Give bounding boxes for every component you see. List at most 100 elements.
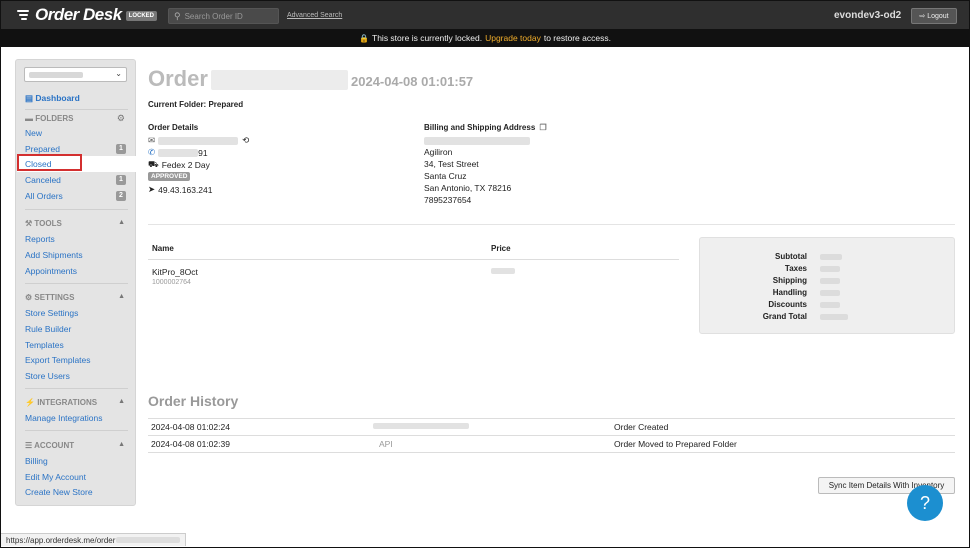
totals-value-redacted bbox=[820, 278, 840, 284]
totals-label: Subtotal bbox=[775, 252, 807, 261]
sidebar-item-edit-account[interactable]: Edit My Account bbox=[25, 472, 86, 482]
sidebar-head-tools[interactable]: ⚒ TOOLS bbox=[25, 219, 62, 228]
sidebar-item-billing[interactable]: Billing bbox=[25, 456, 48, 466]
sidebar-divider bbox=[25, 430, 128, 431]
caret-up-icon[interactable]: ▲ bbox=[118, 293, 125, 300]
closed-highlight-box bbox=[17, 154, 82, 171]
folder-count-badge: 1 bbox=[116, 144, 126, 154]
sidebar-item-appointments[interactable]: Appointments bbox=[25, 266, 77, 276]
email-line[interactable]: ✉ ⟲ bbox=[148, 135, 249, 146]
caret-up-icon[interactable]: ▲ bbox=[118, 398, 125, 405]
sidebar-item-templates[interactable]: Templates bbox=[25, 340, 64, 350]
locked-banner: 🔒 This store is currently locked. Upgrad… bbox=[1, 29, 969, 47]
customer-name-redacted bbox=[424, 137, 530, 145]
folder-icon: ▬ bbox=[25, 114, 33, 123]
address-line: 7895237654 bbox=[424, 195, 472, 205]
ip-address: 49.43.163.241 bbox=[158, 184, 213, 195]
history-divider bbox=[148, 435, 955, 436]
sidebar-item-prepared[interactable]: Prepared bbox=[25, 144, 60, 154]
logout-button[interactable]: ⇨ Logout bbox=[911, 8, 957, 24]
current-folder: Current Folder: Prepared bbox=[148, 100, 244, 109]
item-name: KitPro_8Oct bbox=[152, 267, 198, 277]
address-heading: Billing and Shipping Address ❐ bbox=[424, 123, 547, 132]
search-icon: ⚲ bbox=[174, 10, 181, 21]
lock-icon: 🔒 bbox=[359, 33, 370, 43]
sidebar-item-add-shipments[interactable]: Add Shipments bbox=[25, 250, 83, 260]
help-button[interactable]: ? bbox=[907, 485, 943, 521]
sidebar-item-store-settings[interactable]: Store Settings bbox=[25, 308, 78, 318]
totals-label: Taxes bbox=[784, 264, 807, 273]
status-bar-url: https://app.orderdesk.me/order bbox=[1, 533, 187, 546]
order-details-heading: Order Details bbox=[148, 123, 199, 132]
status-url-text: https://app.orderdesk.me/order bbox=[6, 535, 116, 545]
sidebar-head-folders: ▬ FOLDERS bbox=[25, 114, 74, 123]
upgrade-link[interactable]: Upgrade today bbox=[485, 33, 541, 43]
totals-value-redacted bbox=[820, 254, 842, 260]
sidebar: ⌄ ▤ Dashboard ▬ FOLDERS ⚙ New Prepared 1… bbox=[15, 59, 136, 506]
sidebar-head-integrations[interactable]: ⚡ INTEGRATIONS bbox=[25, 398, 97, 407]
email-redacted bbox=[158, 136, 239, 145]
sidebar-divider bbox=[25, 209, 128, 210]
search-box[interactable]: ⚲ bbox=[168, 8, 279, 24]
order-history-title: Order History bbox=[148, 393, 239, 409]
truck-icon: ⛟ bbox=[148, 159, 159, 169]
sidebar-item-store-users[interactable]: Store Users bbox=[25, 371, 70, 381]
totals-value-redacted bbox=[820, 290, 840, 296]
totals-label: Handling bbox=[772, 288, 807, 297]
sidebar-item-label: Dashboard bbox=[35, 93, 80, 103]
section-divider bbox=[148, 224, 955, 225]
store-name: evondev3-od2 bbox=[834, 10, 902, 21]
envelope-icon: ✉ bbox=[148, 135, 156, 145]
sidebar-divider bbox=[25, 388, 128, 389]
gear-icon: ⚙ bbox=[25, 293, 33, 302]
sidebar-head-settings[interactable]: ⚙ SETTINGS bbox=[25, 293, 74, 302]
items-col-name: Name bbox=[152, 244, 174, 253]
address-line: Agiliron bbox=[424, 147, 453, 157]
caret-up-icon[interactable]: ▲ bbox=[118, 219, 125, 226]
history-icon[interactable]: ⟲ bbox=[242, 135, 249, 146]
store-select[interactable]: ⌄ bbox=[24, 67, 127, 82]
totals-label: Discounts bbox=[768, 300, 807, 309]
history-event: Order Created bbox=[614, 422, 669, 432]
history-source-redacted bbox=[373, 423, 469, 429]
sidebar-item-create-store[interactable]: Create New Store bbox=[25, 487, 93, 497]
address-line: San Antonio, TX 78216 bbox=[424, 183, 512, 193]
folder-count-badge: 1 bbox=[116, 175, 126, 185]
caret-up-icon[interactable]: ▲ bbox=[118, 441, 125, 448]
sidebar-item-all-orders[interactable]: All Orders bbox=[25, 191, 63, 201]
search-input[interactable] bbox=[184, 11, 271, 21]
sidebar-item-manage-integrations[interactable]: Manage Integrations bbox=[25, 413, 103, 423]
sidebar-item-export-templates[interactable]: Export Templates bbox=[25, 355, 91, 365]
brand-logo[interactable]: Order Desk LOCKED bbox=[17, 5, 158, 25]
sidebar-item-canceled[interactable]: Canceled bbox=[25, 175, 61, 185]
sidebar-item-rule-builder[interactable]: Rule Builder bbox=[25, 324, 71, 334]
brand-swoosh-icon bbox=[17, 9, 33, 21]
location-arrow-icon: ➤ bbox=[148, 184, 156, 194]
shipping-method: Fedex 2 Day bbox=[161, 160, 210, 170]
chart-icon: ▤ bbox=[25, 93, 34, 103]
totals-value-redacted bbox=[820, 266, 840, 272]
item-sku: 1000002764 bbox=[152, 279, 191, 286]
logout-icon: ⇨ bbox=[919, 13, 926, 20]
sidebar-item-new[interactable]: New bbox=[25, 128, 42, 138]
sidebar-item-reports[interactable]: Reports bbox=[25, 234, 55, 244]
logout-label: Logout bbox=[927, 12, 949, 20]
sidebar-item-dashboard[interactable]: ▤ Dashboard bbox=[25, 93, 80, 104]
folder-count-badge: 2 bbox=[116, 191, 126, 201]
totals-label: Grand Total bbox=[762, 312, 807, 321]
chevron-down-icon: ⌄ bbox=[115, 69, 122, 78]
sidebar-head-account[interactable]: ☰ ACCOUNT bbox=[25, 441, 74, 450]
top-nav: Order Desk LOCKED ⚲ Advanced Search evon… bbox=[1, 1, 969, 29]
history-time: 2024-04-08 01:02:24 bbox=[151, 422, 230, 432]
copy-icon[interactable]: ❐ bbox=[540, 123, 547, 132]
phone-line: ✆ 91 bbox=[148, 147, 208, 158]
gear-icon[interactable]: ⚙ bbox=[117, 113, 125, 124]
locked-badge: LOCKED bbox=[125, 11, 158, 21]
phone-suffix: 91 bbox=[198, 147, 208, 158]
totals-value-redacted bbox=[820, 314, 848, 320]
totals-panel: Subtotal Taxes Shipping Handling Discoun… bbox=[699, 237, 955, 334]
plug-icon: ⚡ bbox=[25, 398, 35, 407]
advanced-search-link[interactable]: Advanced Search bbox=[287, 12, 342, 19]
address-line: 34, Test Street bbox=[424, 159, 479, 169]
history-time: 2024-04-08 01:02:39 bbox=[151, 439, 230, 449]
